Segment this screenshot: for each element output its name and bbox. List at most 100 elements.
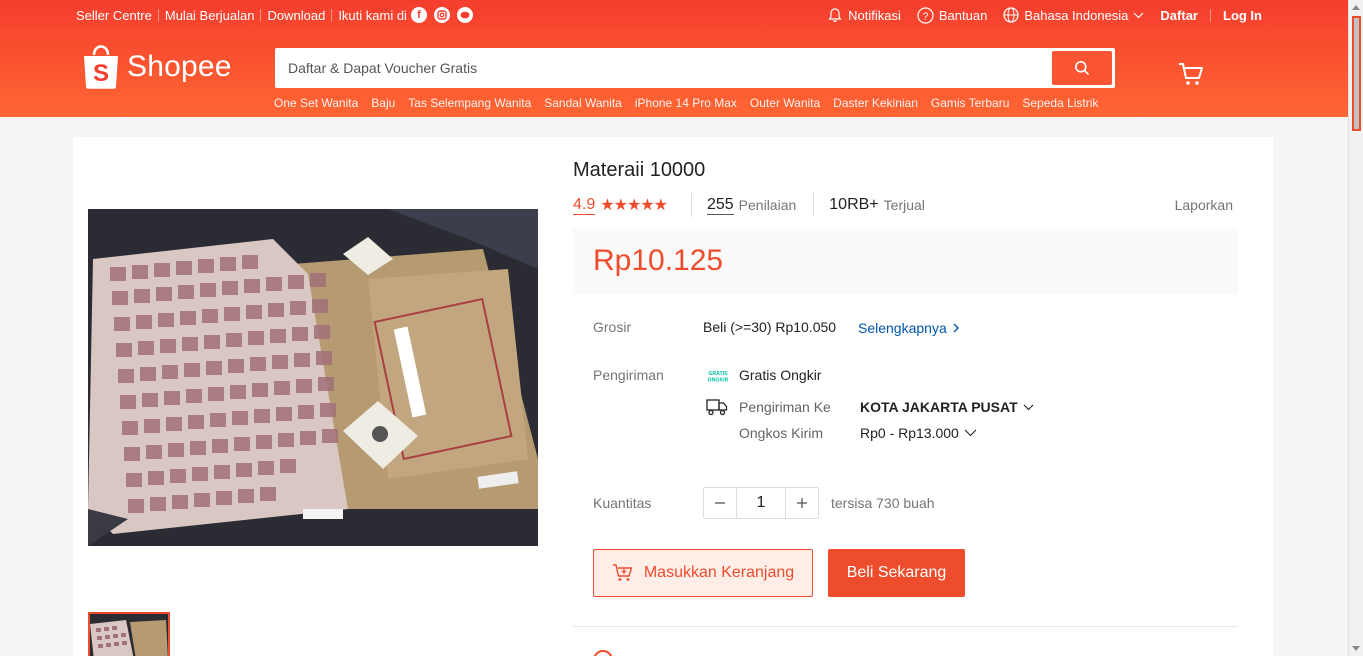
price-section: Rp10.125	[573, 228, 1238, 294]
suggestion-link[interactable]: Baju	[371, 96, 395, 110]
suggestion-link[interactable]: Sepeda Listrik	[1022, 96, 1098, 110]
help-link[interactable]: ? Bantuan	[917, 6, 987, 24]
language-label: Bahasa Indonesia	[1024, 7, 1129, 23]
wholesale-more-label: Selengkapnya	[858, 320, 947, 336]
product-stats: 4.9 ★★★★★ 255 Penilaian 10RB+ Terjual La…	[573, 193, 1233, 217]
search-icon	[1075, 61, 1089, 75]
chevron-down-icon	[1133, 12, 1144, 18]
suggestion-link[interactable]: iPhone 14 Pro Max	[635, 96, 737, 110]
truck-icon	[706, 399, 728, 416]
wholesale-value: Beli (>=30) Rp10.050	[703, 319, 837, 335]
sold-label: Terjual	[883, 197, 925, 213]
reviews-count[interactable]: 255	[706, 196, 734, 215]
scrollbar-thumb[interactable]	[1352, 16, 1361, 131]
wholesale-more-link[interactable]: Selengkapnya	[858, 320, 959, 336]
shipping-label: Pengiriman	[593, 367, 664, 383]
free-shipping-text: Gratis Ongkir	[739, 367, 822, 383]
product-price: Rp10.125	[593, 244, 724, 277]
guarantee-icon	[593, 650, 613, 656]
shopee-logo[interactable]: S Shopee	[81, 44, 232, 90]
stock-info: tersisa 730 buah	[831, 495, 935, 511]
star-icon: ★	[626, 197, 641, 214]
wholesale-label: Grosir	[593, 319, 632, 335]
page-scrollbar[interactable]	[1348, 0, 1363, 656]
line-icon[interactable]	[456, 7, 473, 23]
decrease-button[interactable]	[704, 488, 736, 518]
suggestion-link[interactable]: One Set Wanita	[274, 96, 358, 110]
add-to-cart-icon	[612, 564, 633, 581]
add-to-cart-button[interactable]: Masukkan Keranjang	[593, 549, 813, 597]
reviews-label: Penilaian	[738, 197, 797, 213]
star-rating: ★★★★★	[600, 195, 668, 215]
quantity-stepper: 1	[703, 487, 819, 519]
product-card: Materaii 10000 4.9 ★★★★★ 255 Penilaian 1…	[73, 137, 1273, 656]
ship-to-label: Pengiriman Ke	[739, 399, 831, 415]
globe-icon	[1003, 7, 1019, 23]
facebook-icon[interactable]: f	[410, 7, 427, 23]
sold-count: 10RB+	[829, 196, 879, 213]
site-header: Seller Centre Mulai Berjualan Download I…	[0, 0, 1348, 117]
instagram-icon[interactable]	[433, 7, 450, 23]
suggestion-link[interactable]: Tas Selempang Wanita	[408, 96, 531, 110]
divider	[331, 8, 333, 22]
ship-to-selector[interactable]: KOTA JAKARTA PUSAT	[860, 399, 1034, 415]
quantity-label: Kuantitas	[593, 495, 652, 511]
start-selling-link[interactable]: Mulai Berjualan	[165, 8, 255, 23]
search-bar	[275, 48, 1115, 88]
divider	[690, 193, 692, 217]
suggestion-link[interactable]: Outer Wanita	[750, 96, 820, 110]
ship-cost-label: Ongkos Kirim	[739, 425, 824, 441]
suggestion-link[interactable]: Daster Kekinian	[833, 96, 918, 110]
star-icon: ★	[640, 197, 654, 214]
divider	[157, 8, 159, 22]
rating-value[interactable]: 4.9	[573, 196, 596, 215]
divider	[573, 626, 1238, 627]
chevron-down-icon	[1023, 404, 1034, 410]
report-link[interactable]: Laporkan	[1175, 197, 1233, 213]
cart-icon	[1179, 63, 1203, 85]
suggestion-link[interactable]: Sandal Wanita	[544, 96, 622, 110]
product-main-image[interactable]	[88, 209, 538, 546]
product-thumbnail[interactable]	[88, 612, 170, 656]
language-selector[interactable]: Bahasa Indonesia	[1003, 7, 1144, 23]
divider	[813, 193, 815, 217]
divider	[260, 8, 262, 22]
svg-text:GRATIS: GRATIS	[708, 371, 728, 377]
search-suggestions: One Set Wanita Baju Tas Selempang Wanita…	[274, 96, 1111, 110]
login-link[interactable]: Log In	[1223, 8, 1262, 23]
suggestion-link[interactable]: Gamis Terbaru	[931, 96, 1009, 110]
star-icon: ★	[653, 197, 668, 214]
search-input[interactable]	[278, 51, 1052, 85]
plus-icon	[797, 498, 807, 508]
minus-icon	[715, 502, 725, 504]
notifications-link[interactable]: Notifikasi	[827, 7, 901, 23]
star-icon: ★	[613, 197, 628, 214]
svg-text:ONGKIR: ONGKIR	[708, 378, 729, 384]
quantity-input[interactable]: 1	[736, 488, 786, 518]
search-button[interactable]	[1052, 51, 1112, 85]
divider	[1210, 8, 1211, 22]
help-icon: ?	[917, 6, 934, 24]
ship-cost-value: Rp0 - Rp13.000	[860, 425, 959, 441]
notifications-label: Notifikasi	[848, 7, 901, 23]
shopee-bag-icon: S	[84, 45, 118, 89]
register-link[interactable]: Daftar	[1160, 8, 1198, 23]
bell-icon	[828, 8, 842, 22]
buy-now-button[interactable]: Beli Sekarang	[828, 549, 965, 597]
chevron-down-icon	[964, 429, 977, 437]
scroll-down-arrow[interactable]	[1352, 646, 1360, 651]
download-link[interactable]: Download	[267, 8, 325, 23]
increase-button[interactable]	[786, 488, 818, 518]
top-navbar: Seller Centre Mulai Berjualan Download I…	[76, 6, 1262, 24]
ship-to-value: KOTA JAKARTA PUSAT	[860, 399, 1018, 415]
follow-us-label: Ikuti kami di	[338, 7, 407, 23]
free-shipping-icon: GRATIS ONGKIR	[708, 371, 729, 384]
star-icon: ★	[600, 197, 614, 214]
cart-button[interactable]	[1177, 60, 1205, 93]
svg-text:S: S	[93, 60, 109, 87]
chevron-right-icon	[953, 323, 959, 333]
scroll-up-arrow[interactable]	[1352, 5, 1360, 10]
seller-centre-link[interactable]: Seller Centre	[76, 8, 152, 23]
add-to-cart-label: Masukkan Keranjang	[643, 564, 795, 581]
ship-cost-selector[interactable]: Rp0 - Rp13.000	[860, 425, 977, 441]
